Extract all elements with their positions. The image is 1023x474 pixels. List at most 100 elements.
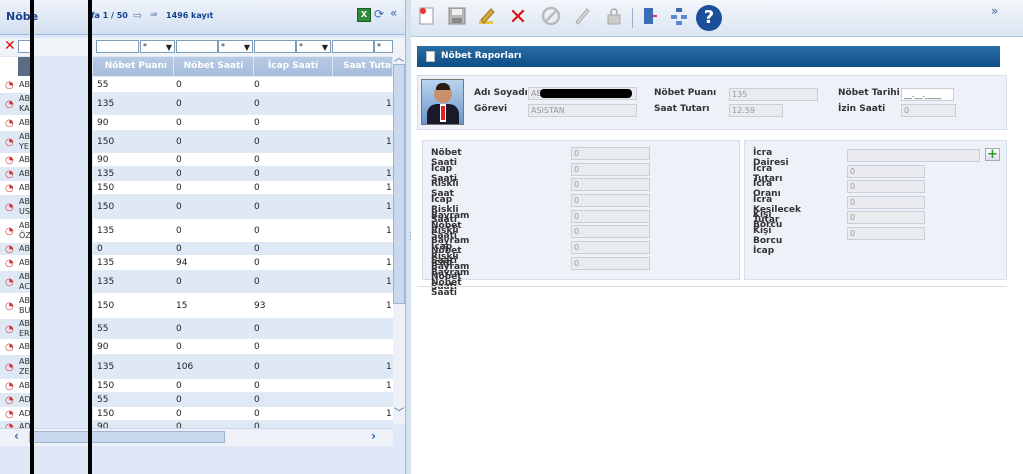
edit-pen-icon[interactable] <box>570 6 594 30</box>
row-name-cell[interactable]: ◔ AB <box>0 115 31 131</box>
hours-field-input[interactable]: 0 <box>571 194 650 207</box>
collapse-left-icon[interactable]: « <box>390 6 397 20</box>
table-row[interactable]: 150 0 0 1 <box>93 379 393 393</box>
row-status-icon[interactable]: ◔ <box>5 277 16 288</box>
enforcement-field-input[interactable]: 0 <box>847 196 925 209</box>
hours-field-input[interactable]: 0 <box>571 147 650 160</box>
cancel-icon[interactable] <box>539 6 563 30</box>
horizontal-scroll-thumb[interactable] <box>29 431 225 443</box>
row-status-icon[interactable]: ◔ <box>5 118 16 129</box>
row-status-icon[interactable]: ◔ <box>5 409 16 420</box>
table-row[interactable]: 150 0 0 1 <box>93 195 393 219</box>
row-name-cell[interactable]: ◔AD <box>0 393 31 407</box>
table-row[interactable]: 150 15 93 1 <box>93 293 393 319</box>
filter-puan-operator[interactable]: * ▼ <box>140 40 175 53</box>
row-name-cell[interactable]: ◔ AB ZE <box>0 355 31 379</box>
table-row[interactable]: 135 106 0 1 <box>93 355 393 379</box>
row-name-cell[interactable]: ◔ AB <box>0 243 31 255</box>
row-status-icon[interactable]: ◔ <box>5 324 16 335</box>
table-row[interactable]: 150 0 0 1 <box>93 407 393 421</box>
gorevi-field[interactable]: ASISTAN <box>528 104 637 117</box>
row-name-cell[interactable]: ◔ AB <box>0 339 31 355</box>
row-status-icon[interactable]: ◔ <box>5 183 16 194</box>
row-status-icon[interactable]: ◔ <box>5 226 16 237</box>
exit-icon[interactable] <box>637 6 661 30</box>
row-status-icon[interactable]: ◔ <box>5 169 16 180</box>
table-row[interactable]: 55 0 0 <box>93 393 393 407</box>
row-status-icon[interactable]: ◔ <box>5 244 16 255</box>
table-row[interactable]: 150 0 0 1 <box>93 181 393 195</box>
col-header-nobet-saati[interactable]: Nöbet Saati <box>174 57 254 76</box>
excel-export-icon[interactable]: X <box>357 8 371 22</box>
next-page-icon[interactable]: ⇨ <box>133 9 142 22</box>
tree-icon[interactable] <box>667 6 691 30</box>
saat-tutari-field[interactable]: 12.59 <box>729 104 783 117</box>
new-icon[interactable] <box>415 6 439 30</box>
table-row[interactable]: 135 0 0 1 <box>93 93 393 115</box>
add-icra-button[interactable]: + <box>985 148 1000 161</box>
table-row[interactable]: 150 0 0 1 <box>93 131 393 153</box>
table-row[interactable]: 135 0 0 1 <box>93 167 393 181</box>
row-name-cell[interactable]: ◔ AB <box>0 167 31 181</box>
row-status-icon[interactable]: ◔ <box>5 395 16 406</box>
filter-tutar-input[interactable] <box>332 40 374 53</box>
hours-field-input[interactable]: 0 <box>571 163 650 176</box>
hours-field-input[interactable]: 0 <box>571 178 650 191</box>
row-status-icon[interactable]: ◔ <box>5 342 16 353</box>
refresh-small-icon[interactable]: ⇛ <box>150 10 158 20</box>
scroll-down-icon[interactable]: ﹀ <box>394 404 404 419</box>
row-name-cell[interactable]: ◔AD <box>0 407 31 421</box>
table-row[interactable]: 55 0 0 <box>93 319 393 339</box>
hours-field-input[interactable]: 0 <box>571 225 650 238</box>
col-header-icap-saati[interactable]: İcap Saati <box>254 57 333 76</box>
row-name-cell[interactable]: ◔ AB <box>0 153 31 167</box>
row-name-cell[interactable]: ◔ AB <box>0 77 31 93</box>
row-status-icon[interactable]: ◔ <box>5 99 16 110</box>
nobet-tarihi-field[interactable]: __.__.____ <box>901 88 954 101</box>
table-row[interactable]: 55 0 0 <box>93 77 393 93</box>
table-row[interactable]: 135 94 0 1 <box>93 255 393 271</box>
table-row[interactable]: 90 0 0 <box>93 339 393 355</box>
panel-splitter[interactable]: ⋮ <box>405 0 415 474</box>
filter-tutar-operator[interactable]: * <box>374 40 393 53</box>
row-name-cell[interactable]: ◔ AB <box>0 255 31 271</box>
row-status-icon[interactable]: ◔ <box>5 362 16 373</box>
scroll-left-icon[interactable]: ‹ <box>14 429 19 443</box>
row-status-icon[interactable]: ◔ <box>5 301 16 312</box>
row-status-icon[interactable]: ◔ <box>5 155 16 166</box>
enforcement-field-input[interactable]: 0 <box>847 165 925 178</box>
filter-saat-input[interactable] <box>176 40 218 53</box>
row-status-icon[interactable]: ◔ <box>5 80 16 91</box>
table-row[interactable]: 90 0 0 <box>93 115 393 131</box>
row-name-cell[interactable]: ◔ AB YE <box>0 131 31 153</box>
row-status-icon[interactable]: ◔ <box>5 202 16 213</box>
edit-icon[interactable] <box>475 6 499 30</box>
col-header-nobet-puani[interactable]: Nöbet Puanı <box>93 57 174 76</box>
help-icon[interactable]: ? <box>696 5 722 31</box>
enforcement-field-input[interactable] <box>847 149 980 162</box>
enforcement-field-input[interactable]: 0 <box>847 227 925 240</box>
row-status-icon[interactable]: ◔ <box>5 258 16 269</box>
splitter-grip-icon[interactable]: ⋮ <box>406 232 415 242</box>
row-status-icon[interactable]: ◔ <box>5 137 16 148</box>
row-name-cell[interactable]: ◔ AB US <box>0 195 31 219</box>
delete-icon[interactable]: ✕ <box>506 6 530 30</box>
row-name-cell[interactable]: ◔ AB KA <box>0 93 31 115</box>
table-row[interactable]: 135 0 0 1 <box>93 219 393 243</box>
row-name-cell[interactable]: ◔ AB ER <box>0 319 31 339</box>
row-name-cell[interactable]: ◔ AB ÖZ <box>0 219 31 243</box>
scroll-right-icon[interactable]: › <box>371 429 376 443</box>
hours-field-input[interactable]: 0 <box>571 257 650 270</box>
hours-field-input[interactable]: 0 <box>571 241 650 254</box>
row-status-icon[interactable]: ◔ <box>5 381 16 392</box>
col-header-saat-tutari[interactable]: Saat Tutarı <box>333 57 393 76</box>
row-name-cell[interactable]: ◔ AB <box>0 379 31 393</box>
enforcement-field-input[interactable]: 0 <box>847 211 925 224</box>
filter-puan-input[interactable] <box>96 40 139 53</box>
filter-icap-operator[interactable]: * ▼ <box>296 40 331 53</box>
save-icon[interactable] <box>445 6 469 30</box>
expand-right-icon[interactable]: » <box>991 4 998 18</box>
scroll-up-icon[interactable]: ︿ <box>394 49 404 64</box>
nobet-puani-field[interactable]: 135 <box>729 88 818 101</box>
row-name-cell[interactable]: ◔ AB <box>0 181 31 195</box>
